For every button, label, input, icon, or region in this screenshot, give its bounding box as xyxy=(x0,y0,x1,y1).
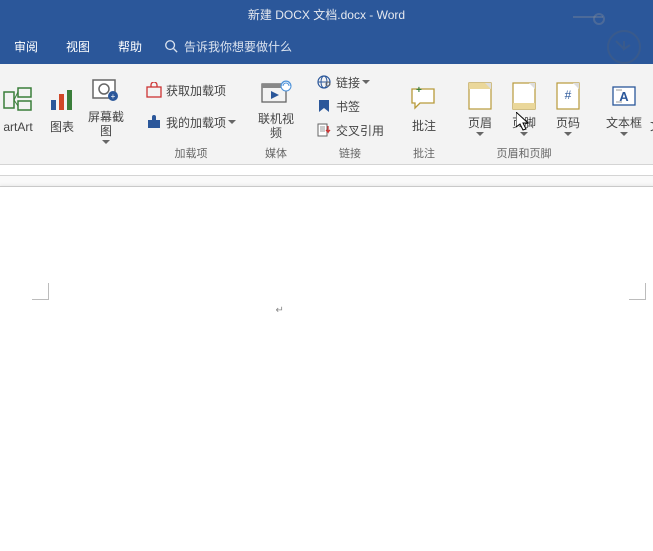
label: 链接 xyxy=(336,74,360,91)
search-icon xyxy=(164,39,178,53)
get-addins-button[interactable]: 获取加载项 xyxy=(142,79,240,101)
link-button[interactable]: 链接 xyxy=(312,71,388,93)
header-icon xyxy=(464,80,496,112)
label: 页眉 xyxy=(468,116,492,130)
pagenumber-icon: # xyxy=(552,80,584,112)
group-media: 联机视频 媒体 xyxy=(248,64,304,164)
document-area[interactable]: ↵ xyxy=(0,176,653,551)
video-icon xyxy=(260,76,292,108)
footer-button[interactable]: 页脚 xyxy=(502,74,546,138)
group-comments: + 批注 批注 xyxy=(396,64,452,164)
crossref-button[interactable]: 交叉引用 xyxy=(312,119,388,141)
tab-label: 审阅 xyxy=(14,38,38,55)
store-icon xyxy=(146,82,162,98)
label: 屏幕截图 xyxy=(86,110,126,138)
chart-button[interactable]: 图表 xyxy=(40,78,84,136)
margin-corner-icon xyxy=(629,283,646,300)
tab-view[interactable]: 视图 xyxy=(52,28,104,64)
smartart-button[interactable]: artArt xyxy=(0,78,40,136)
group-label: 媒体 xyxy=(265,144,287,162)
group-label: 加载项 xyxy=(175,144,208,162)
group-headerfooter: 页眉 页脚 # 页码 页眉和页脚 xyxy=(452,64,596,164)
chevron-down-icon xyxy=(476,132,484,136)
svg-text:+: + xyxy=(416,85,422,96)
group-text: A 文本框 文档部 xyxy=(596,64,653,164)
label: 批注 xyxy=(412,119,436,133)
tell-me-search[interactable]: 告诉我你想要做什么 xyxy=(164,38,292,55)
docparts-button[interactable]: 文档部 xyxy=(646,77,653,135)
label: 交叉引用 xyxy=(336,122,384,139)
crossref-icon xyxy=(316,122,332,138)
chevron-down-icon xyxy=(520,132,528,136)
chevron-down-icon xyxy=(362,80,370,84)
group-links: 链接 书签 交叉引用 链接 xyxy=(304,64,396,164)
label: 页码 xyxy=(556,116,580,130)
label: 我的加载项 xyxy=(166,114,226,131)
comment-button[interactable]: + 批注 xyxy=(402,77,446,135)
tab-review[interactable]: 审阅 xyxy=(0,28,52,64)
label: 页脚 xyxy=(512,116,536,130)
paragraph-mark-icon: ↵ xyxy=(276,305,284,316)
addins-icon xyxy=(146,114,162,130)
label: 书签 xyxy=(336,98,360,115)
footer-icon xyxy=(508,80,540,112)
search-placeholder: 告诉我你想要做什么 xyxy=(184,38,292,55)
pagenumber-button[interactable]: # 页码 xyxy=(546,74,590,138)
textbox-icon: A xyxy=(608,80,640,112)
window-title: 新建 DOCX 文档.docx - Word xyxy=(248,6,405,23)
label: 联机视频 xyxy=(256,112,296,140)
tab-label: 视图 xyxy=(66,38,90,55)
label: 获取加载项 xyxy=(166,82,226,99)
watermark-icon xyxy=(605,28,643,66)
group-illustrations: artArt 图表 + 屏幕截图 xyxy=(0,64,134,164)
smartart-icon xyxy=(2,84,34,116)
margin-corner-icon xyxy=(32,283,49,300)
group-label: 页眉和页脚 xyxy=(497,144,552,162)
svg-text:#: # xyxy=(565,88,572,102)
watermark-dot xyxy=(593,13,605,25)
chevron-down-icon xyxy=(102,140,110,144)
link-icon xyxy=(316,74,332,90)
chevron-down-icon xyxy=(620,132,628,136)
svg-text:+: + xyxy=(111,92,116,101)
screenshot-icon: + xyxy=(90,74,122,106)
textbox-button[interactable]: A 文本框 xyxy=(602,74,646,138)
label: 文本框 xyxy=(606,116,642,130)
ribbon: artArt 图表 + 屏幕截图 获 xyxy=(0,64,653,165)
tab-label: 帮助 xyxy=(118,38,142,55)
page[interactable]: ↵ xyxy=(0,186,653,551)
chevron-down-icon xyxy=(228,120,236,124)
group-label: 链接 xyxy=(339,144,361,162)
label: 图表 xyxy=(50,120,74,134)
header-button[interactable]: 页眉 xyxy=(458,74,502,138)
chart-icon xyxy=(46,84,78,116)
tab-help[interactable]: 帮助 xyxy=(104,28,156,64)
group-addins: 获取加载项 我的加载项 加载项 xyxy=(134,64,248,164)
bookmark-button[interactable]: 书签 xyxy=(312,95,388,117)
label: artArt xyxy=(3,120,32,134)
chevron-down-icon xyxy=(564,132,572,136)
ribbon-tabs: 审阅 视图 帮助 告诉我你想要做什么 xyxy=(0,28,653,64)
ruler-area xyxy=(0,165,653,176)
screenshot-button[interactable]: + 屏幕截图 xyxy=(84,68,128,146)
comment-icon: + xyxy=(408,83,440,115)
bookmark-icon xyxy=(316,98,332,114)
group-label: 批注 xyxy=(413,144,435,162)
online-video-button[interactable]: 联机视频 xyxy=(254,70,298,142)
my-addins-button[interactable]: 我的加载项 xyxy=(142,111,240,133)
title-bar: 新建 DOCX 文档.docx - Word xyxy=(0,0,653,28)
